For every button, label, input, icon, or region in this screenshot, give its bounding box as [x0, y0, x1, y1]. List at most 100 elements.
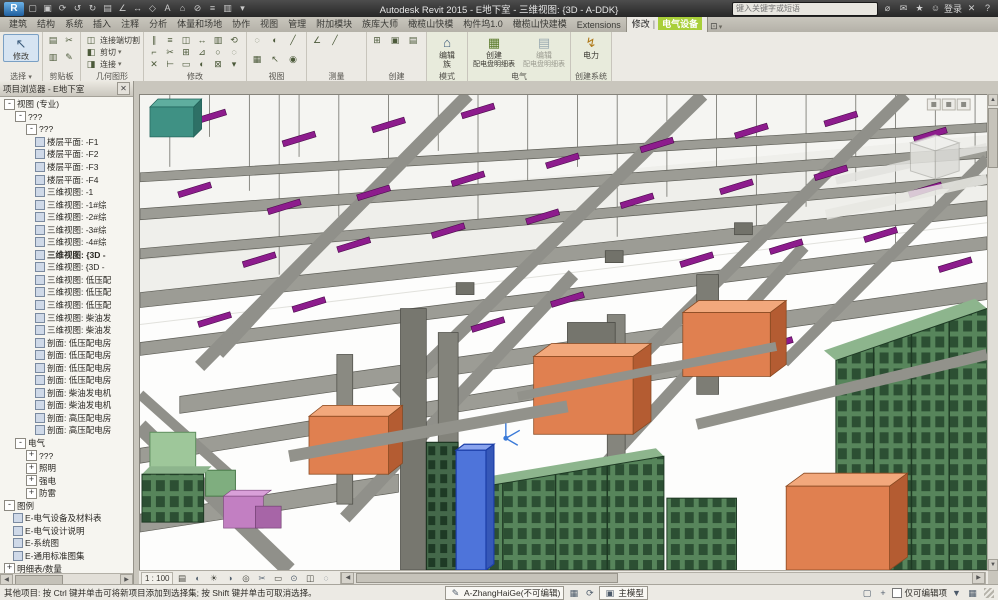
- tree-item-3d-view[interactable]: 三维视图: -2#综: [0, 211, 133, 224]
- checkbox-box[interactable]: [892, 588, 902, 598]
- scroll-thumb[interactable]: [988, 108, 998, 168]
- tree-item[interactable]: -???: [0, 111, 133, 124]
- tab-extensions[interactable]: Extensions: [572, 19, 626, 32]
- search-icon[interactable]: ⌀: [881, 2, 894, 15]
- redo-icon[interactable]: ↻: [86, 2, 99, 15]
- scale-button[interactable]: 1 : 100: [141, 572, 173, 585]
- tab-family-master[interactable]: 族库大师: [357, 16, 403, 32]
- tree-item-3d-view[interactable]: 三维视图: -1: [0, 186, 133, 199]
- tab-addins[interactable]: 附加模块: [311, 16, 357, 32]
- reveal-icon[interactable]: ◉: [286, 53, 300, 66]
- tree-item-section[interactable]: 剖面: 高压配电房: [0, 424, 133, 437]
- print-icon[interactable]: ▤: [101, 2, 114, 15]
- tab-analyze[interactable]: 分析: [144, 16, 172, 32]
- tab-structure[interactable]: 结构: [32, 16, 60, 32]
- tree-item-3d-view[interactable]: 三维视图: -4#综: [0, 236, 133, 249]
- expand-icon[interactable]: +: [26, 475, 37, 486]
- dark-cabinet[interactable]: [426, 442, 458, 570]
- sync-status-icon[interactable]: ⟳: [583, 587, 596, 599]
- aligned-dimension-icon[interactable]: ↔: [131, 2, 144, 15]
- create-assembly-icon[interactable]: ▤: [406, 34, 420, 47]
- tree-item-current-3d-view[interactable]: 三维视图: {3D -: [0, 249, 133, 262]
- sign-in-button[interactable]: ☺ 登录: [929, 2, 962, 15]
- undo-icon[interactable]: ↺: [71, 2, 84, 15]
- detail-level-icon[interactable]: ▤: [174, 571, 189, 585]
- tab-insert[interactable]: 插入: [88, 16, 116, 32]
- scroll-thumb[interactable]: [15, 575, 63, 585]
- open-icon[interactable]: ▢: [26, 2, 39, 15]
- tree-item-legend[interactable]: E-电气设备及材料表: [0, 512, 133, 525]
- design-option-select[interactable]: ▣ 主模型: [599, 586, 648, 600]
- tree-item-section[interactable]: 剖面: 低压配电房: [0, 361, 133, 374]
- tree-item-lightning[interactable]: +防雷: [0, 487, 133, 500]
- navigation-bar[interactable]: [927, 99, 970, 110]
- tab-annotate[interactable]: 注释: [116, 16, 144, 32]
- qat-dropdown-icon[interactable]: ▾: [236, 2, 249, 15]
- tree-item-schedules[interactable]: +明细表/数量: [0, 562, 133, 573]
- collapse-icon[interactable]: -: [4, 500, 15, 511]
- cut-geometry-button[interactable]: ◧ 剪切 ▾: [84, 46, 140, 58]
- scroll-left-icon[interactable]: ◀: [341, 572, 354, 584]
- subscription-icon[interactable]: ✉: [897, 2, 910, 15]
- render-icon[interactable]: ◎: [238, 571, 253, 585]
- crop-view-icon[interactable]: ✂: [254, 571, 269, 585]
- match-type-icon[interactable]: ✎: [62, 51, 76, 64]
- horizontal-scrollbar[interactable]: ◀ ▶: [340, 572, 986, 585]
- tree-item-section[interactable]: 剖面: 低压配电房: [0, 336, 133, 349]
- selection-count-icon[interactable]: ▦: [966, 587, 979, 599]
- ribbon-display-caret-icon[interactable]: ▾: [719, 23, 723, 31]
- help-icon[interactable]: ?: [981, 2, 994, 15]
- press-drag-icon[interactable]: +: [876, 587, 889, 599]
- tree-item-3d-view[interactable]: 三维视图: 低压配: [0, 299, 133, 312]
- delete-icon[interactable]: ✕: [147, 58, 161, 71]
- tree-item-legends[interactable]: -图例: [0, 500, 133, 513]
- tree-item-legend[interactable]: E-电气设计说明: [0, 525, 133, 538]
- panel-label-select[interactable]: 选择 ▾: [0, 71, 42, 81]
- visual-style-icon[interactable]: ◐: [190, 571, 205, 585]
- tab-glsmod[interactable]: 橄榄山快模: [403, 16, 458, 32]
- paint-icon[interactable]: ◐: [195, 58, 209, 71]
- thin-lines-icon[interactable]: ≡: [206, 2, 219, 15]
- collapse-icon[interactable]: -: [15, 111, 26, 122]
- crop-region-icon[interactable]: ▭: [270, 571, 285, 585]
- more-tools-icon[interactable]: ▾: [227, 58, 241, 71]
- tab-massing-site[interactable]: 体量和场地: [172, 16, 227, 32]
- sync-icon[interactable]: ⟳: [56, 2, 69, 15]
- tree-item-floor-plan[interactable]: 楼层平面: -F1: [0, 136, 133, 149]
- tab-collaborate[interactable]: 协作: [227, 16, 255, 32]
- tab-view[interactable]: 视图: [255, 16, 283, 32]
- extend-icon[interactable]: ⊢: [163, 58, 177, 71]
- tree-item-section[interactable]: 剖面: 低压配电房: [0, 349, 133, 362]
- tree-item-section[interactable]: 剖面: 高压配电房: [0, 412, 133, 425]
- tree-item-legend[interactable]: E-系统图: [0, 537, 133, 550]
- tree-item-section[interactable]: 剖面: 柴油发电机: [0, 387, 133, 400]
- viewport[interactable]: [139, 94, 988, 571]
- tab-modify-context[interactable]: 修改 | 电气设备: [626, 15, 708, 32]
- active-workset-select[interactable]: ✎ A-ZhangHaiGe(不可编辑): [445, 586, 564, 600]
- collapse-icon[interactable]: -: [15, 438, 26, 449]
- infocenter-search-input[interactable]: [732, 2, 878, 16]
- collapse-icon[interactable]: -: [4, 99, 15, 110]
- edit-panel-schedule-button[interactable]: ▤ 编辑 配电盘明细表: [521, 34, 567, 70]
- shadows-icon[interactable]: ◑: [222, 571, 237, 585]
- 3d-scene[interactable]: [140, 95, 987, 570]
- worksets-dialog-icon[interactable]: ▦: [567, 587, 580, 599]
- tab-glsmod2[interactable]: 橄榄山快建模: [508, 16, 572, 32]
- tab-goujianwu[interactable]: 构件坞1.0: [458, 16, 508, 32]
- copy-icon[interactable]: ▥: [46, 51, 60, 64]
- cut-icon[interactable]: ✂: [62, 34, 76, 47]
- tab-manage[interactable]: 管理: [283, 16, 311, 32]
- sun-path-icon[interactable]: ☀: [206, 571, 221, 585]
- tree-item-floor-plan[interactable]: 楼层平面: -F2: [0, 148, 133, 161]
- hide-in-view-icon[interactable]: ◌: [250, 34, 264, 47]
- switchgear-left[interactable]: [142, 466, 212, 522]
- tree-item-section[interactable]: 剖面: 低压配电房: [0, 374, 133, 387]
- scroll-down-icon[interactable]: ▼: [988, 559, 998, 571]
- save-icon[interactable]: ▣: [41, 2, 54, 15]
- tab-architecture[interactable]: 建筑: [4, 16, 32, 32]
- linework-icon[interactable]: ╱: [286, 34, 300, 47]
- app-menu-button[interactable]: R: [4, 2, 24, 16]
- join-geometry-button[interactable]: ◨ 连接 ▾: [84, 58, 140, 70]
- tree-item-3d-view[interactable]: 三维视图: -3#综: [0, 223, 133, 236]
- project-browser-title[interactable]: 项目浏览器 - E地下室 ✕: [0, 81, 133, 97]
